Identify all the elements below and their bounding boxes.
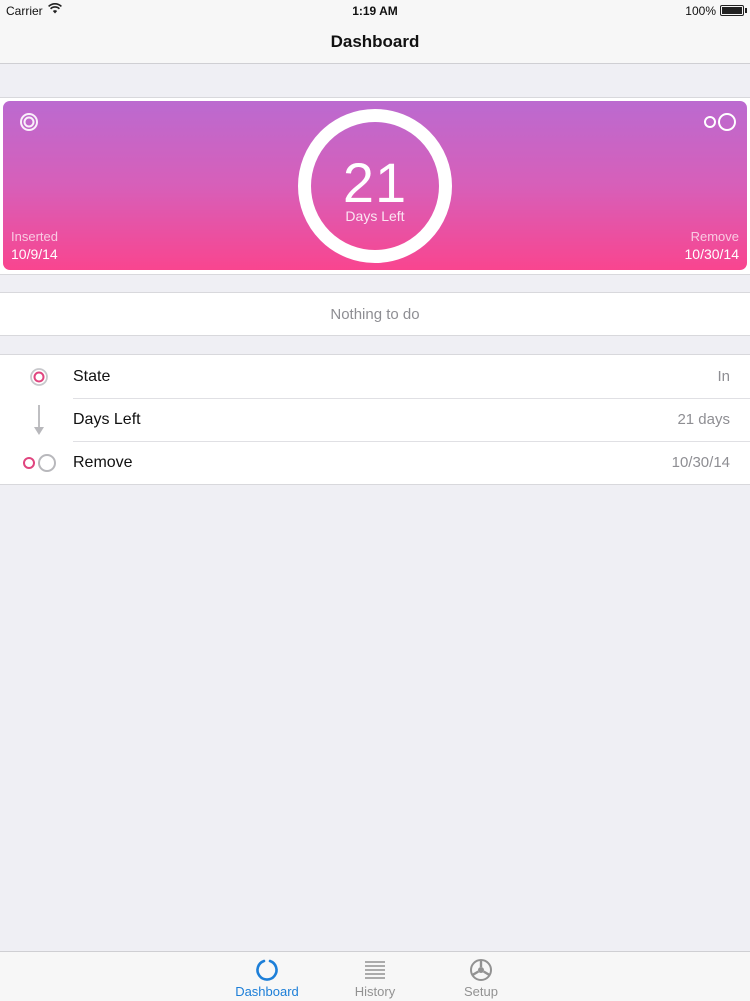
state-ring-icon	[19, 112, 39, 137]
gradient-banner: 21 Days Left Inserted 10/9/14 Remove 10/…	[3, 101, 747, 270]
days-left-number: 21	[342, 151, 408, 214]
state-ring-icon	[22, 365, 58, 389]
tab-bar: Dashboard History Setup	[0, 951, 750, 1001]
list-item-days-left[interactable]: Days Left 21 days	[0, 398, 750, 441]
tab-label: History	[354, 984, 396, 999]
battery-icon	[720, 5, 747, 16]
days-left-label: Days Left	[345, 208, 405, 224]
remove-circles-icon	[22, 451, 58, 475]
cycle-summary-card: 21 Days Left Inserted 10/9/14 Remove 10/…	[0, 97, 750, 275]
remove-info: Remove 10/30/14	[685, 229, 740, 262]
remove-circles-icon	[703, 112, 739, 137]
info-list: State In Days Left 21 days Remove 10/30/…	[0, 354, 750, 485]
inserted-label: Inserted	[11, 229, 58, 244]
tab-history[interactable]: History	[330, 952, 420, 1001]
list-item-state[interactable]: State In	[0, 355, 750, 398]
remove-date: 10/30/14	[684, 246, 740, 262]
days-left-ring: 21 Days Left	[298, 109, 452, 263]
list-item-remove[interactable]: Remove 10/30/14	[0, 441, 750, 484]
todo-cell: Nothing to do	[0, 292, 750, 336]
page-title: Dashboard	[330, 32, 420, 51]
todo-text: Nothing to do	[330, 306, 420, 323]
tab-label: Setup	[464, 984, 498, 999]
inserted-date: 10/9/14	[11, 246, 58, 262]
row-value: 21 days	[677, 411, 730, 428]
status-bar: Carrier 1:19 AM 100%	[0, 0, 750, 20]
row-value: In	[717, 368, 730, 385]
history-list-icon	[363, 958, 387, 982]
row-label: Remove	[73, 454, 133, 471]
clock: 1:19 AM	[352, 4, 398, 18]
row-label: State	[73, 368, 111, 385]
tab-dashboard[interactable]: Dashboard	[222, 952, 312, 1001]
inserted-info: Inserted 10/9/14	[11, 229, 58, 262]
tab-setup[interactable]: Setup	[436, 952, 526, 1001]
dashboard-icon	[255, 958, 279, 982]
battery-percentage: 100%	[685, 4, 716, 18]
row-label: Days Left	[73, 411, 141, 428]
navigation-bar: Dashboard	[0, 20, 750, 64]
arrow-down-icon	[22, 405, 58, 435]
row-value: 10/30/14	[671, 454, 730, 471]
remove-label: Remove	[690, 229, 739, 244]
setup-icon	[469, 958, 493, 982]
tab-label: Dashboard	[235, 984, 299, 999]
